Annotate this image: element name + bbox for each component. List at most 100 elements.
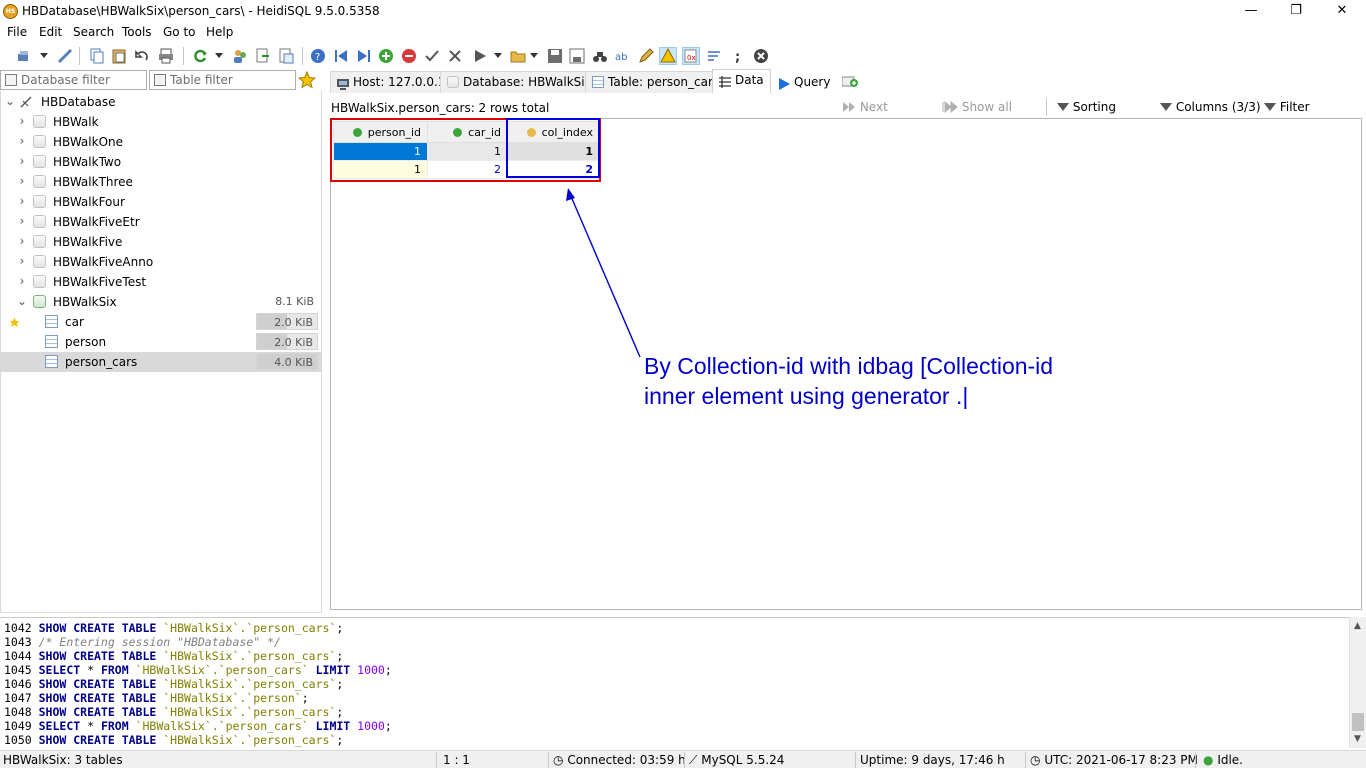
warning-icon[interactable] [659,47,677,65]
chevron-right-icon[interactable]: › [16,154,28,168]
disconnect-icon[interactable] [56,47,74,65]
tree-database[interactable]: › HBWalkOne [1,132,321,152]
tree-database-active[interactable]: ⌄ HBWalkSix 8.1 KiB [1,292,321,312]
chevron-right-icon[interactable]: › [16,134,28,148]
binoculars-icon[interactable] [591,47,609,65]
tree-database[interactable]: › HBWalkFiveTest [1,272,321,292]
help-icon[interactable]: ? [309,47,327,65]
replace-icon[interactable]: ab [614,47,632,65]
menu-file[interactable]: File [7,25,27,39]
menu-help[interactable]: Help [206,25,233,39]
post-check-icon[interactable] [423,47,441,65]
save-snippet-icon[interactable] [568,47,586,65]
chevron-down-icon[interactable] [38,47,50,65]
filter-button[interactable]: Filter [1264,100,1310,114]
restore-button[interactable]: ❐ [1273,0,1319,23]
save-icon[interactable] [546,47,564,65]
table-cell[interactable]: 1 [427,142,508,161]
menu-edit[interactable]: Edit [39,25,62,39]
column-header[interactable]: car_id [427,121,508,143]
database-filter-input[interactable]: Database filter [0,70,147,90]
print-icon[interactable] [157,47,175,65]
scroll-thumb[interactable] [1352,713,1364,731]
menu-tools[interactable]: Tools [122,25,152,39]
scroll-down-icon[interactable]: ▼ [1354,734,1361,744]
scroll-up-icon[interactable]: ▲ [1354,621,1361,631]
copy-icon[interactable] [88,47,106,65]
cancel-x-icon[interactable] [446,47,464,65]
column-header[interactable]: person_id [333,121,428,143]
chevron-right-icon[interactable]: › [16,234,28,248]
refresh-icon[interactable] [191,47,209,65]
favorite-star-icon[interactable] [297,70,318,89]
table-cell[interactable]: 1 [333,142,428,161]
chevron-right-icon[interactable]: › [16,214,28,228]
open-folder-icon[interactable] [509,47,527,65]
tree-database[interactable]: › HBWalkFiveAnno [1,252,321,272]
menu-goto[interactable]: Go to [163,25,196,39]
table-filter-input[interactable]: Table filter [149,70,296,90]
chevron-down-icon[interactable] [492,47,504,65]
undo-icon[interactable] [133,47,151,65]
tree-table[interactable]: person 2.0 KiB [1,332,321,352]
table-cell[interactable]: 2 [507,160,600,179]
show-all-button[interactable]: Show all [942,100,1012,114]
export-icon[interactable] [254,47,272,65]
toolbar-divider [1046,98,1047,116]
tree-database[interactable]: › HBWalkFiveEtr [1,212,321,232]
favorite-star-icon[interactable] [9,317,20,328]
chevron-right-icon[interactable]: › [16,114,28,128]
next-button[interactable]: Next [842,100,888,114]
execute-play-icon[interactable] [471,47,489,65]
import-icon[interactable] [277,47,295,65]
log-scrollbar[interactable]: ▲ ▼ [1349,617,1366,748]
last-record-icon[interactable] [355,47,373,65]
minimize-button[interactable]: — [1228,0,1274,23]
chevron-right-icon[interactable]: › [16,194,28,208]
first-record-icon[interactable] [332,47,350,65]
user-manager-icon[interactable] [231,47,249,65]
table-row[interactable]: 1 2 2 [333,160,600,179]
tab-data[interactable]: Data [712,69,771,93]
tab-database[interactable]: Database: HBWalkSix [440,71,599,93]
table-cell[interactable]: 1 [507,142,600,161]
sql-log[interactable]: 1042 SHOW CREATE TABLE `HBWalkSix`.`pers… [0,617,1366,748]
chevron-right-icon[interactable]: › [16,174,28,188]
chevron-down-icon[interactable] [213,47,225,65]
session-manager-icon[interactable] [16,47,34,65]
tree-database[interactable]: › HBWalkThree [1,172,321,192]
tree-root-hbdatabase[interactable]: ⌄ HBDatabase [1,92,321,112]
delete-record-icon[interactable] [400,47,418,65]
tree-database[interactable]: › HBWalk [1,112,321,132]
table-row[interactable]: 1 1 1 [333,142,600,161]
chevron-down-icon[interactable]: ⌄ [4,94,16,108]
tree-database[interactable]: › HBWalkTwo [1,152,321,172]
chevron-down-icon[interactable] [528,47,540,65]
tree-database[interactable]: › HBWalkFive [1,232,321,252]
table-cell[interactable]: 1 [333,160,428,179]
close-button[interactable]: ✕ [1319,0,1365,23]
tree-table-selected[interactable]: person_cars 4.0 KiB [1,352,321,372]
sorting-button[interactable]: Sorting [1057,100,1116,114]
edit-pencil-icon[interactable] [637,47,655,65]
wrap-text-icon[interactable] [705,47,723,65]
tab-table[interactable]: Table: person_cars [585,71,727,93]
semicolon-icon[interactable]: ; [729,47,747,65]
menu-search[interactable]: Search [73,25,114,39]
columns-button[interactable]: Columns (3/3) [1160,100,1261,114]
new-query-tab-icon[interactable] [841,74,858,88]
paste-icon[interactable] [110,47,128,65]
stop-x-icon[interactable] [752,47,770,65]
log-token: `HBWalkSix`.`person_cars` [163,705,337,719]
error-icon[interactable]: 0x [682,47,700,65]
tree-database[interactable]: › HBWalkFour [1,192,321,212]
tab-query[interactable]: Query [771,71,837,93]
insert-record-icon[interactable] [377,47,395,65]
chevron-right-icon[interactable]: › [16,274,28,288]
chevron-right-icon[interactable]: › [16,254,28,268]
chevron-down-icon[interactable]: ⌄ [16,294,28,308]
column-header[interactable]: col_index [507,121,600,143]
table-cell[interactable]: 2 [427,160,508,179]
tab-host[interactable]: Host: 127.0.0.1 [330,71,453,93]
tree-table[interactable]: car 2.0 KiB [1,312,321,332]
